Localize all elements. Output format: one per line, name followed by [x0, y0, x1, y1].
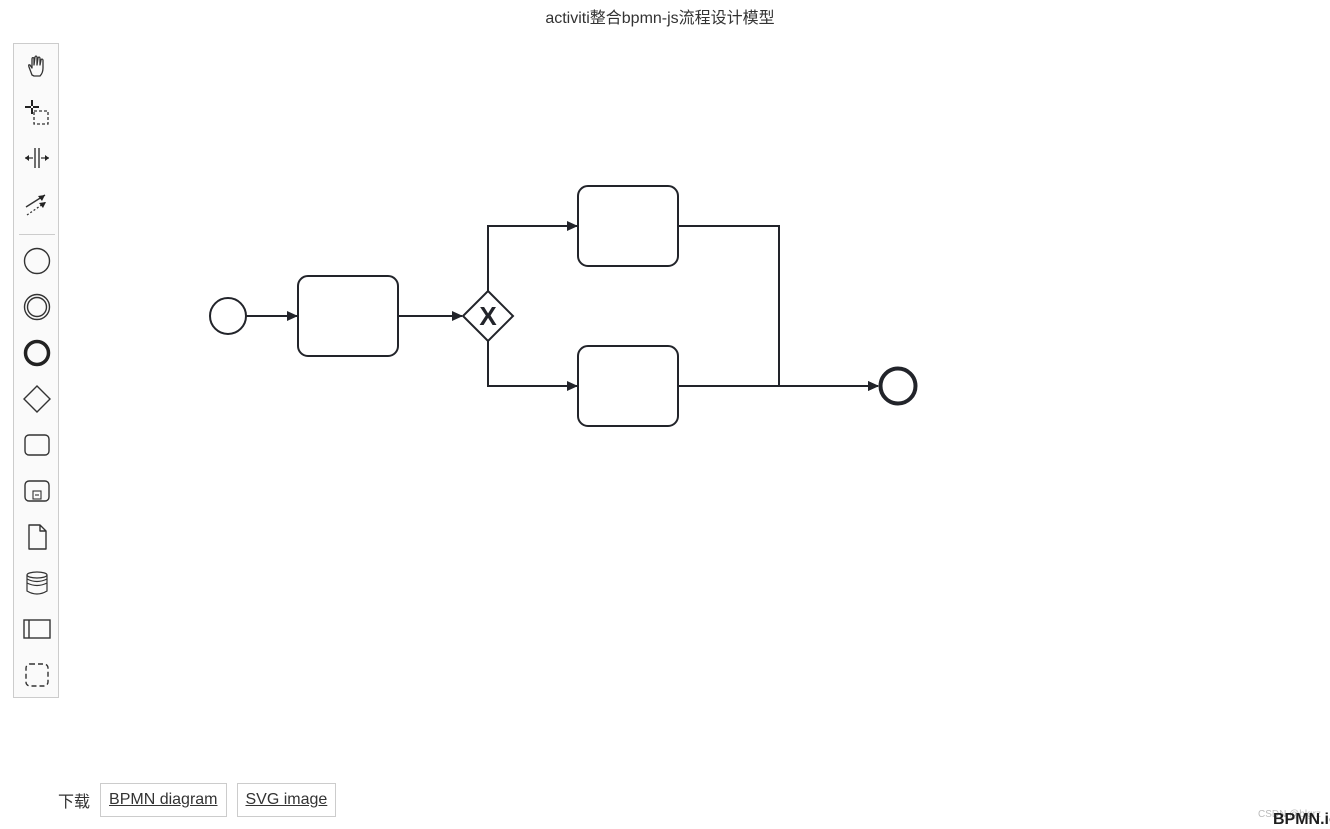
download-label: 下载 — [58, 794, 91, 811]
task-1[interactable] — [297, 275, 399, 357]
download-bpmn-button[interactable]: BPMN diagram — [100, 783, 227, 817]
sequence-flow-gateway-to-lower-task[interactable] — [487, 341, 578, 391]
exclusive-gateway[interactable]: X — [461, 289, 515, 343]
bpmn-canvas[interactable]: X — [0, 0, 1330, 780]
task-lower[interactable] — [577, 345, 679, 427]
sequence-flow-upper-task-to-end[interactable] — [678, 225, 879, 391]
sequence-flow-gateway-to-upper-task[interactable] — [487, 221, 578, 291]
download-bar: 下载 BPMN diagram SVG image — [58, 783, 346, 817]
task-upper[interactable] — [577, 185, 679, 267]
bpmn-io-logo[interactable]: BPMN.io — [1273, 811, 1330, 829]
start-event[interactable] — [209, 297, 247, 335]
download-svg-button[interactable]: SVG image — [236, 783, 337, 817]
end-event[interactable] — [878, 366, 918, 406]
gateway-x-marker: X — [479, 301, 497, 331]
